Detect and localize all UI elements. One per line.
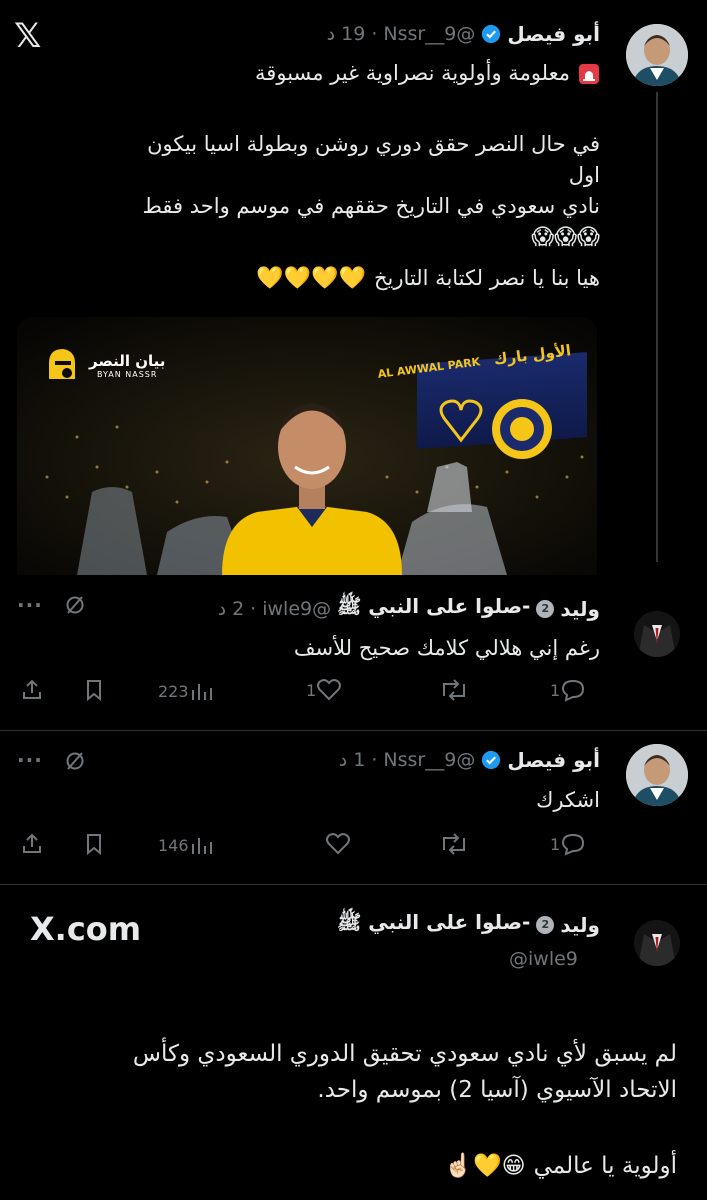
muted-grok-icon[interactable]	[64, 750, 86, 772]
views-chart-icon	[191, 838, 212, 854]
yellow-hearts: 💛💛💛💛	[256, 266, 366, 291]
reply-header: أبو فيصل @Nssr__9 · 1 د	[338, 748, 600, 772]
author-name-suffix: -صلوا على النبي ﷺ	[337, 594, 531, 618]
verified-badge-icon	[482, 750, 501, 770]
emoji-row: 😁💛☝🏻	[444, 1153, 526, 1179]
comment-icon	[562, 679, 585, 702]
x-logo[interactable]: 𝕏	[14, 16, 41, 56]
emoji-row: 😱😱😱	[531, 225, 600, 250]
reply-actions: 223 1 1	[20, 677, 600, 703]
author-handle[interactable]: @Nssr__9	[383, 23, 475, 45]
tweet-paragraph-1: في حال النصر حقق دوري روشن وبطولة اسيا ب…	[120, 129, 600, 253]
heart-icon[interactable]	[325, 832, 351, 856]
avatar[interactable]	[634, 920, 680, 966]
siren-icon	[579, 63, 599, 84]
tweet-paragraph-2: هيا بنا يا نصر لكتابة التاريخ 💛💛💛💛	[256, 266, 600, 291]
heart-icon	[317, 679, 342, 701]
divider	[0, 884, 707, 885]
views-button[interactable]: 146	[158, 834, 213, 856]
reply-header: وليد 2 -صلوا على النبي ﷺ @iwle9 · 2 د	[218, 594, 600, 623]
retweet-icon[interactable]	[440, 832, 468, 856]
site-label: X.com	[30, 910, 142, 948]
avatar-photo-icon	[626, 744, 688, 806]
quoted-text: لم يسبق لأي نادي سعودي تحقيق الدوري السع…	[132, 1041, 677, 1103]
reply-text: اشكرك	[536, 788, 600, 812]
like-button[interactable]: 1	[306, 678, 342, 702]
brand-name-ar: بيان النصر	[89, 351, 166, 370]
author-name[interactable]: وليد	[560, 913, 600, 937]
author-handle[interactable]: @iwle9	[509, 948, 578, 970]
author-name[interactable]: وليد	[560, 597, 600, 621]
medal-icon: 2	[536, 599, 555, 618]
author-handle[interactable]: @Nssr__9	[383, 749, 475, 771]
author-handle[interactable]: @iwle9	[262, 598, 331, 620]
suit-avatar-icon	[634, 920, 680, 966]
author-name[interactable]: أبو فيصل	[507, 748, 600, 772]
muted-grok-icon[interactable]	[64, 594, 86, 616]
bookmark-icon[interactable]	[82, 678, 106, 702]
share-icon[interactable]	[20, 832, 44, 856]
reply-actions: 146 1	[20, 831, 600, 857]
timestamp[interactable]: 1 د	[339, 749, 366, 771]
timestamp[interactable]: 19 د	[327, 23, 366, 45]
tweet-image[interactable]: بيان النصر BYAN NASSR AL AWWAL PARK الأو…	[17, 317, 597, 575]
reply-button[interactable]: 1	[550, 832, 586, 856]
author-name[interactable]: أبو فيصل	[507, 22, 600, 46]
avatar[interactable]	[626, 744, 688, 806]
avatar-photo-icon	[626, 24, 688, 86]
tweet-header: أبو فيصل @Nssr__9 · 19 د	[327, 22, 600, 46]
verified-badge-icon	[482, 24, 501, 44]
tweet-line-1: معلومة وأولوية نصراوية غير مسبوقة	[255, 58, 600, 89]
thread-line	[656, 92, 658, 562]
more-options-button[interactable]: ···	[17, 748, 43, 772]
retweet-icon[interactable]	[440, 678, 468, 702]
avatar[interactable]	[626, 24, 688, 86]
views-button[interactable]: 223	[158, 680, 213, 702]
meta-separator: ·	[371, 23, 378, 45]
quoted-text-last: أولوية يا عالمي 😁💛☝🏻	[444, 1152, 677, 1180]
share-icon[interactable]	[20, 678, 44, 702]
author-name-suffix: -صلوا على النبي ﷺ	[337, 910, 531, 934]
more-options-button[interactable]: ···	[17, 593, 43, 617]
views-chart-icon	[191, 684, 212, 700]
suit-avatar-icon	[634, 611, 680, 657]
quoted-header: وليد 2 -صلوا على النبي ﷺ	[337, 910, 600, 939]
bookmark-icon[interactable]	[82, 832, 106, 856]
brand-name-en: BYAN NASSR	[96, 369, 158, 379]
reply-text: رغم إني هلالي كلامك صحيح للأسف	[293, 636, 600, 660]
avatar[interactable]	[634, 611, 680, 657]
reply-button[interactable]: 1	[550, 678, 586, 702]
knight-helmet-icon	[49, 349, 75, 379]
medal-icon: 2	[536, 915, 555, 934]
divider	[0, 730, 707, 731]
brand-logo: بيان النصر BYAN NASSR	[41, 345, 165, 385]
comment-icon	[562, 833, 585, 856]
timestamp[interactable]: 2 د	[218, 598, 245, 620]
